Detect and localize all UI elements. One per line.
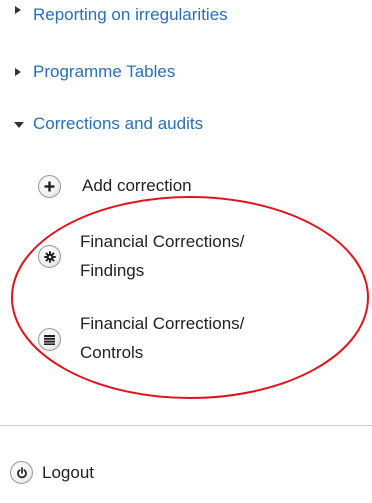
sub-item-label-line1: Financial Corrections/: [80, 314, 245, 333]
plus-icon: [38, 175, 61, 198]
gear-icon: [38, 245, 61, 268]
sub-item-label: Add correction: [82, 176, 192, 195]
sub-item-add-correction[interactable]: Add correction: [30, 172, 290, 202]
caret-right-icon: [15, 6, 21, 14]
menu-item-reporting-irregularities[interactable]: Reporting on irregularities: [0, 0, 372, 28]
menu-item-corrections-and-audits[interactable]: Corrections and audits: [0, 110, 372, 138]
menu-item-label: Programme Tables: [33, 62, 176, 81]
menu-item-label: Reporting on irregularities: [33, 5, 228, 24]
list-icon: [38, 328, 61, 351]
sub-item-label-line2: Controls: [80, 343, 144, 362]
logout-button[interactable]: Logout: [0, 458, 200, 488]
sub-item-financial-corrections-controls[interactable]: Financial Corrections/ Controls: [30, 310, 330, 370]
sub-item-label-line2: Findings: [80, 261, 145, 280]
caret-right-icon: [15, 68, 21, 76]
caret-down-icon: [14, 122, 24, 128]
menu-item-label: Corrections and audits: [33, 114, 204, 133]
divider: [0, 425, 372, 426]
logout-label: Logout: [42, 463, 94, 482]
power-icon: [10, 461, 33, 484]
menu-item-programme-tables[interactable]: Programme Tables: [0, 58, 372, 86]
sub-item-financial-corrections-findings[interactable]: Financial Corrections/ Findings: [30, 228, 330, 288]
sub-item-label-line1: Financial Corrections/: [80, 232, 245, 251]
